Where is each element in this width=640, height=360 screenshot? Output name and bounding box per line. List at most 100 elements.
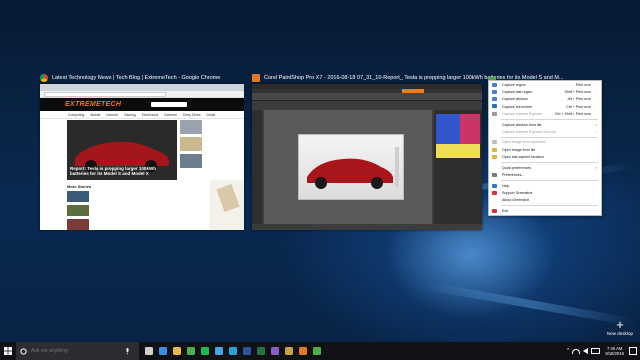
site-nav: Computing Mobile Internet Gaming Electronics… (40, 111, 244, 119)
psp-materials-palette (434, 110, 482, 224)
menu-item-label: Capture full screen (502, 104, 533, 109)
list-item (180, 154, 244, 168)
help-icon (492, 183, 497, 188)
search-input[interactable] (31, 348, 121, 354)
list-item (180, 120, 244, 134)
paintshop-icon[interactable] (299, 347, 307, 355)
clock[interactable]: 7:45 AM 8/18/2016 (605, 346, 624, 356)
sidebar-stories (180, 120, 244, 171)
tesla-car-photo (307, 147, 399, 189)
action-center-icon[interactable] (629, 347, 637, 355)
list-heading: More Stories (67, 184, 92, 189)
menu-item-label: Preferences... (502, 173, 525, 178)
menu-item-capture-last-region[interactable]: Capture last region Shift + Print scrn (489, 88, 601, 95)
site-search-box (151, 102, 188, 107)
tesla-image (298, 134, 404, 200)
menu-item-preferences[interactable]: Preferences... (489, 171, 601, 178)
site-nav-item: Internet (106, 112, 118, 117)
cortana-icon (20, 347, 27, 355)
app-icon[interactable] (285, 347, 293, 355)
list-item (67, 219, 177, 230)
menu-item-shortcut: Ctrl + Shift + Print scrn (554, 111, 591, 116)
task-view-icon[interactable] (145, 347, 153, 355)
plus-icon: + (616, 317, 624, 332)
site-nav-item: Deep Dives (183, 112, 201, 117)
menu-item-label: Support Greenshot (502, 191, 533, 195)
menu-item-shortcut: Shift + Print scrn (564, 89, 591, 94)
task-view-window-paintshop[interactable]: Corel PaintShop Pro X7 - 2016-08-18 07_3… (252, 72, 564, 230)
microphone-icon[interactable] (125, 347, 130, 355)
psp-toolbar (252, 93, 482, 101)
chrome-window-preview: EXTREMETECH Computing Mobile Internet Gamin… (40, 84, 244, 230)
exit-icon (492, 208, 497, 213)
more-stories: More Stories (67, 184, 177, 230)
site-nav-item: Computing (68, 112, 85, 117)
task-view-window-chrome[interactable]: Latest Technology News | Tech Blog | Ext… (40, 72, 244, 230)
window-title-bar: Latest Technology News | Tech Blog | Ext… (40, 72, 220, 84)
menu-item-open-last-capture-location[interactable]: Open last capture location (489, 153, 601, 160)
site-header: EXTREMETECH (40, 98, 244, 111)
menu-item-label: Open image from file (502, 147, 536, 152)
menu-item-label: Capture region (502, 82, 526, 87)
location-icon (492, 155, 497, 160)
menu-item-label: Help (502, 183, 510, 188)
windows-logo-icon (4, 347, 12, 355)
desktop-background: Latest Technology News | Tech Blog | Ext… (0, 0, 640, 342)
start-button[interactable] (0, 342, 16, 360)
cortana-search-box[interactable] (16, 342, 139, 360)
menu-item-capture-window[interactable]: Capture window Alt + Print scrn (489, 96, 601, 103)
menu-item-open-image-from-clipboard: Open image from clipboard (489, 139, 601, 146)
edge-icon[interactable] (159, 347, 167, 355)
list-item (67, 205, 177, 216)
menu-item-about-greenshot[interactable]: About Greenshot (489, 197, 601, 204)
volume-icon[interactable] (583, 348, 589, 354)
extremetech-logo: EXTREMETECH (65, 101, 122, 108)
window-title: Latest Technology News | Tech Blog | Ext… (52, 75, 221, 81)
menu-item-open-image-from-file[interactable]: Open image from file (489, 146, 601, 153)
submenu-arrow-icon: › (595, 122, 597, 127)
menu-item-exit[interactable]: Exit (489, 207, 601, 214)
menu-item-label: Capture last region (502, 89, 533, 94)
menu-item-support-greenshot[interactable]: Support Greenshot (489, 189, 601, 196)
site-nav-item: Mobile (90, 112, 101, 117)
folder-icon (492, 147, 497, 152)
menu-item-capture-internet-explorer-from-list: Capture Internet Explorer from list › (489, 128, 601, 135)
site-nav-item: Gaming (123, 112, 136, 117)
menu-item-capture-full-screen[interactable]: Capture full screen Ctrl + Print scrn (489, 103, 601, 110)
pinned-apps (145, 347, 321, 355)
menu-item-help[interactable]: Help (489, 182, 601, 189)
menu-item-quick-preferences[interactable]: Quick preferences › (489, 164, 601, 171)
menu-item-shortcut: Alt + Print scrn (567, 97, 591, 102)
chrome-icon[interactable] (187, 347, 195, 355)
menu-item-label: Open image from clipboard (502, 140, 546, 145)
chrome-icon (40, 74, 48, 82)
taskbar: ^ 7:45 AM 8/18/2016 (0, 342, 640, 360)
battery-icon[interactable] (591, 348, 601, 354)
psp-active-tab (402, 89, 424, 93)
color-swatches (436, 114, 480, 158)
store-icon[interactable] (215, 347, 223, 355)
submenu-arrow-icon: › (595, 165, 597, 171)
show-hidden-icons-icon[interactable]: ^ (567, 348, 569, 354)
photoshop-icon[interactable] (229, 347, 237, 355)
menu-item-capture-window-from-list[interactable]: Capture window from list › (489, 121, 601, 128)
menu-item-label: Quick preferences (502, 165, 532, 170)
spotify-icon[interactable] (201, 347, 209, 355)
word-icon[interactable] (243, 347, 251, 355)
new-desktop-button[interactable]: + New desktop (603, 318, 637, 336)
visual-studio-icon[interactable] (271, 347, 279, 355)
file-explorer-icon[interactable] (173, 347, 181, 355)
excel-icon[interactable] (257, 347, 265, 355)
menu-item-label: Exit (502, 208, 508, 213)
greenshot-icon[interactable] (313, 347, 321, 355)
task-view-window-greenshot[interactable] (488, 72, 498, 85)
menu-item-label: Capture window (502, 97, 528, 102)
menu-item-capture-region[interactable]: Capture region Print scrn (489, 81, 601, 88)
network-icon[interactable] (572, 348, 581, 354)
settings-icon (492, 172, 497, 177)
menu-separator (501, 136, 598, 138)
list-item (180, 137, 244, 151)
menu-separator (501, 179, 598, 181)
menu-item-label: Capture window from list (502, 122, 542, 127)
site-nav-item: Deals (206, 112, 216, 117)
